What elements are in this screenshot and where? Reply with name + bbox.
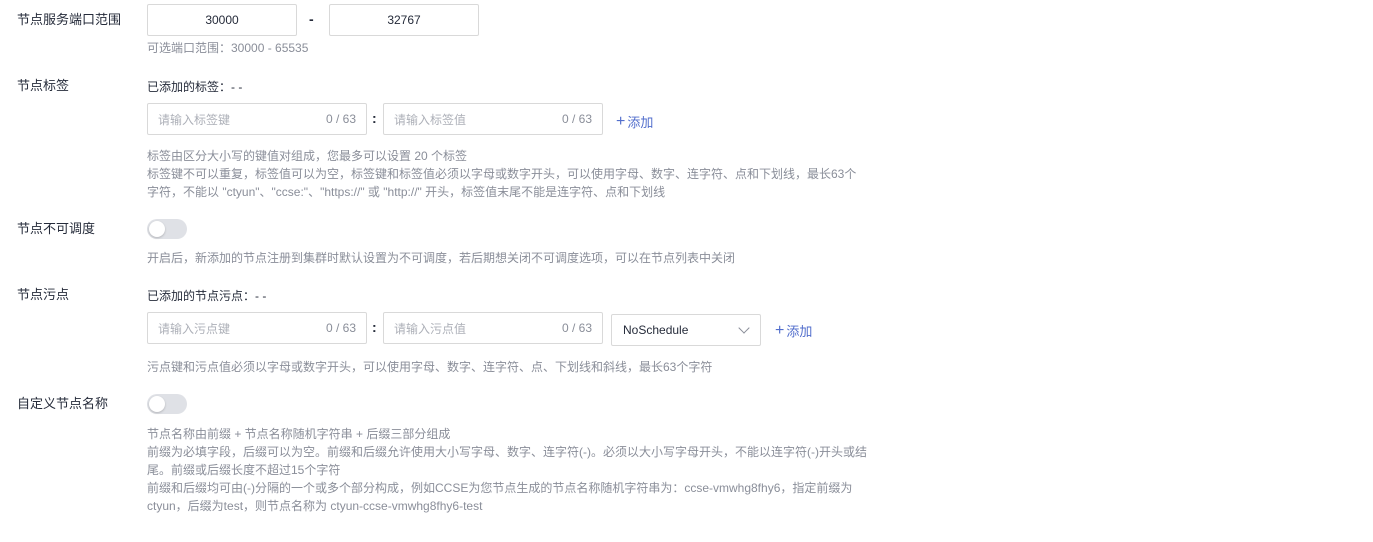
labels-hint-2: 标签键不可以重复，标签值可以为空，标签键和标签值必须以字母或数字开头，可以使用字…	[147, 167, 857, 181]
add-label-text: 添加	[627, 115, 654, 130]
unschedulable-label: 节点不可调度	[17, 221, 96, 236]
labels-hint-3: 字符，不能以 "ctyun"、"ccse:"、"https://" 或 "htt…	[147, 185, 666, 199]
add-label-button[interactable]: + 添加	[616, 112, 653, 131]
label-value-placeholder: 请输入标签值	[394, 112, 467, 127]
taint-value-input[interactable]: 请输入污点值 0 / 63	[383, 312, 603, 344]
label-key-input[interactable]: 请输入标签键 0 / 63	[147, 103, 367, 135]
plus-icon: +	[775, 321, 785, 339]
toggle-knob	[149, 221, 165, 237]
add-taint-button[interactable]: + 添加	[775, 321, 812, 340]
label-colon: :	[372, 110, 377, 126]
custom-name-hint-3: 尾。前缀或后缀长度不超过15个字符	[147, 463, 341, 477]
taint-key-counter: 0 / 63	[325, 321, 356, 335]
taint-effect-select[interactable]: NoSchedule	[611, 314, 761, 346]
custom-name-hint-2: 前缀为必填字段，后缀可以为空。前缀和后缀允许使用大小写字母、数字、连字符(-)。…	[147, 445, 867, 459]
add-taint-text: 添加	[786, 324, 813, 339]
custom-name-label: 自定义节点名称	[17, 396, 109, 411]
port-range-label: 节点服务端口范围	[17, 12, 122, 27]
taint-key-placeholder: 请输入污点键	[158, 321, 231, 336]
taint-effect-value: NoSchedule	[623, 323, 689, 337]
label-key-placeholder: 请输入标签键	[158, 112, 231, 127]
added-labels-text: 已添加的标签：- -	[147, 80, 243, 94]
taint-colon: :	[372, 319, 377, 335]
custom-name-hint-4: 前缀和后缀均可由(-)分隔的一个或多个部分构成，例如CCSE为您节点生成的节点名…	[147, 481, 853, 495]
taints-hint: 污点键和污点值必须以字母或数字开头，可以使用字母、数字、连字符、点、下划线和斜线…	[147, 360, 713, 374]
port-range-dash: -	[309, 11, 314, 27]
added-taints-text: 已添加的节点污点：- -	[147, 289, 267, 303]
custom-name-hint-1: 节点名称由前缀 + 节点名称随机字符串 + 后缀三部分组成	[147, 427, 451, 441]
custom-name-toggle[interactable]	[147, 394, 187, 414]
plus-icon: +	[616, 112, 626, 130]
unschedulable-hint: 开启后，新添加的节点注册到集群时默认设置为不可调度，若后期想关闭不可调度选项，可…	[147, 251, 736, 265]
label-key-counter: 0 / 63	[325, 112, 356, 126]
taint-value-counter: 0 / 63	[561, 321, 592, 335]
port-range-min-input[interactable]: 30000	[147, 4, 297, 36]
taint-value-placeholder: 请输入污点值	[394, 321, 467, 336]
chevron-down-icon	[738, 322, 750, 334]
port-range-hint: 可选端口范围：30000 - 65535	[147, 41, 309, 55]
custom-name-hint-5: ctyun，后缀为test，则节点名称为 ctyun-ccse-vmwhg8fh…	[147, 499, 483, 513]
toggle-knob	[149, 396, 165, 412]
label-value-counter: 0 / 63	[561, 112, 592, 126]
label-value-input[interactable]: 请输入标签值 0 / 63	[383, 103, 603, 135]
taints-label: 节点污点	[17, 287, 70, 302]
unschedulable-toggle[interactable]	[147, 219, 187, 239]
node-labels-label: 节点标签	[17, 78, 70, 93]
port-range-max-input[interactable]: 32767	[329, 4, 479, 36]
node-config-form: 节点服务端口范围 30000 - 32767 可选端口范围：30000 - 65…	[0, 0, 1373, 542]
labels-hint-1: 标签由区分大小写的键值对组成，您最多可以设置 20 个标签	[147, 149, 468, 163]
taint-key-input[interactable]: 请输入污点键 0 / 63	[147, 312, 367, 344]
